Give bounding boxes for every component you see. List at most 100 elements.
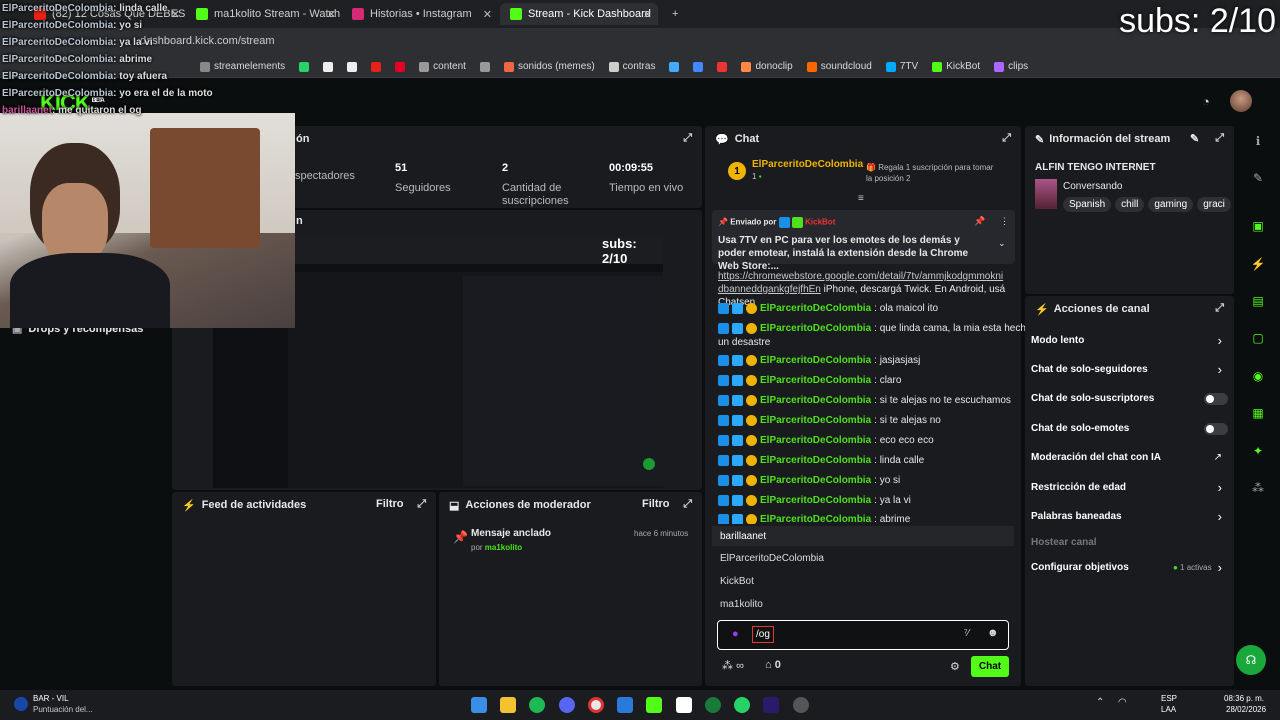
new-tab-button[interactable]: + (662, 3, 682, 25)
action-slow-mode[interactable]: Modo lento (1031, 335, 1084, 346)
chat-message[interactable]: ElParceritoDeColombia: yo si (718, 474, 900, 487)
chat-message[interactable]: ElParceritoDeColombia: si te alejas no (718, 414, 941, 427)
bookmark-item[interactable]: soundcloud (806, 61, 872, 72)
action-age-restriction[interactable]: Restricción de edad (1031, 482, 1126, 493)
widget-title[interactable]: BAR - VIL (33, 694, 69, 703)
chat-input[interactable]: ● /og ⁷⁄ ☻ (717, 620, 1009, 650)
pinned-message[interactable]: 📌 Enviado por KickBot Usa 7TV en PC para… (712, 210, 1015, 272)
close-icon[interactable]: ✕ (483, 8, 492, 21)
clipboard-icon[interactable]: ▤ (1246, 289, 1270, 313)
chat-message[interactable]: ElParceritoDeColombia: eco eco eco (718, 434, 934, 447)
screen-icon[interactable]: ▣ (1246, 214, 1270, 238)
send-chat-button[interactable]: Chat (971, 656, 1009, 677)
tag[interactable]: chill (1115, 197, 1145, 212)
filter-button[interactable]: Filtro (376, 498, 404, 510)
broadcast-icon[interactable]: ◉ (1246, 364, 1270, 388)
chrome-icon[interactable] (588, 697, 604, 713)
points-infinity[interactable]: ⁂ ∞ (722, 659, 744, 672)
7tv-icon[interactable]: ⁷⁄ (964, 628, 969, 639)
bookmark-x[interactable] (347, 61, 358, 72)
tag[interactable]: Spanish (1063, 197, 1112, 212)
chevron-right-icon[interactable]: › (1218, 509, 1222, 524)
edit-icon[interactable]: ✎ (1190, 132, 1199, 145)
wifi-icon[interactable]: ◠ (1118, 697, 1127, 708)
wrench-icon[interactable]: ✦ (1246, 439, 1270, 463)
bookmark-item[interactable]: sonidos (memes) (503, 61, 595, 72)
gift-prompt[interactable]: 🎁 Regala 1 suscripción para tomar la pos… (866, 162, 1001, 184)
bookmark-item[interactable]: streamelements (200, 61, 285, 72)
discord-icon[interactable] (559, 697, 575, 713)
bookmark-tiktok[interactable] (323, 61, 334, 72)
bookmark-item[interactable]: clips (994, 61, 1028, 72)
bookmark-item[interactable]: contras (608, 61, 655, 72)
action-ai-moderation[interactable]: Moderación del chat con IA (1031, 452, 1161, 463)
mic-icon[interactable]: ● (732, 628, 739, 640)
bookmark-item[interactable]: KickBot (932, 61, 980, 72)
bookmark-item[interactable] (693, 61, 704, 72)
chevron-right-icon[interactable]: › (1218, 560, 1222, 575)
close-icon[interactable]: ✕ (643, 8, 652, 21)
autocomplete-item[interactable]: ma1kolito (720, 599, 763, 610)
subs-only-toggle[interactable] (1204, 393, 1228, 405)
bookmark-whatsapp[interactable] (299, 61, 310, 72)
action-host-channel[interactable]: Hostear canal (1031, 537, 1097, 548)
kick-icon[interactable] (646, 697, 662, 713)
chat-message[interactable]: ElParceritoDeColombia: abrime (718, 514, 910, 524)
avatar[interactable] (1230, 90, 1252, 112)
bookmark-item[interactable]: 7TV (885, 61, 918, 72)
expand-icon[interactable]: ⤢ (1215, 302, 1224, 315)
filter-lines-icon[interactable]: ≡ (858, 193, 864, 204)
chevron-right-icon[interactable]: › (1218, 362, 1222, 377)
tray-chevron-icon[interactable]: ⌃ (1096, 697, 1104, 708)
bookmark-item[interactable] (717, 61, 728, 72)
notion-icon[interactable] (676, 697, 692, 713)
expand-icon[interactable]: ⤢ (683, 498, 692, 511)
expand-icon[interactable]: ⤢ (683, 132, 692, 145)
tag[interactable]: gaming (1148, 197, 1194, 212)
tag[interactable]: graci (1197, 197, 1231, 212)
external-link-icon[interactable]: ↗ (1214, 452, 1222, 463)
expand-icon[interactable]: ⤢ (1215, 132, 1224, 145)
start-icon[interactable] (471, 697, 487, 713)
whatsapp-icon[interactable] (734, 697, 750, 713)
folder-icon[interactable] (500, 697, 516, 713)
autocomplete-item[interactable]: barillaanet (720, 531, 766, 542)
chevron-right-icon[interactable]: › (1218, 480, 1222, 495)
unpin-icon[interactable]: 📌 (974, 216, 985, 227)
edit-icon[interactable]: ✎ (1246, 166, 1270, 190)
chat-message[interactable]: ElParceritoDeColombia: ya la vi (718, 494, 911, 507)
chat-message[interactable]: ElParceritoDeColombia: linda calle (718, 454, 924, 467)
emoji-icon[interactable]: ☻ (987, 627, 999, 639)
info-icon[interactable]: ℹ (1246, 129, 1270, 153)
tab-kick-dashboard[interactable]: Stream - Kick Dashboard ✕ (500, 3, 658, 25)
autocomplete-item[interactable]: ElParceritoDeColombia (720, 553, 824, 564)
action-set-goals[interactable]: Configurar objetivos (1031, 562, 1129, 573)
top-gifter-name[interactable]: ElParceritoDeColombia (752, 159, 863, 170)
bookmark-item[interactable]: content (419, 61, 466, 72)
store-count[interactable]: ⌂ 0 (765, 659, 781, 671)
settings-icon[interactable]: ⚙ (950, 660, 960, 673)
bookmark-item[interactable]: donoclip (741, 61, 793, 72)
chat-message[interactable]: ElParceritoDeColombia: que linda cama, l… (718, 322, 1031, 335)
vscode-icon[interactable] (617, 697, 633, 713)
chat-message[interactable]: ElParceritoDeColombia: si te alejas no t… (718, 394, 1011, 407)
chat-message[interactable]: ElParceritoDeColombia: claro (718, 374, 901, 387)
more-icon[interactable]: ⋮ (1000, 216, 1009, 227)
chat-icon[interactable]: ▢ (1246, 326, 1270, 350)
notifications-icon[interactable]: ◔ (1202, 94, 1210, 109)
bolt-icon[interactable]: ⚡ (1246, 252, 1270, 276)
action-banned-words[interactable]: Palabras baneadas (1031, 511, 1122, 522)
emotes-only-toggle[interactable] (1204, 423, 1228, 435)
spotify-icon[interactable] (529, 697, 545, 713)
chat-message[interactable]: ElParceritoDeColombia: ola maicol ito (718, 302, 938, 315)
tab-instagram[interactable]: Historias • Instagram ✕ (342, 3, 498, 25)
store-icon[interactable]: ▦ (1246, 401, 1270, 425)
bookmark-pinterest[interactable] (395, 61, 406, 72)
clock-time[interactable]: 08:36 p. m. (1224, 694, 1264, 703)
bookmark-item[interactable] (479, 61, 490, 72)
chevron-right-icon[interactable]: › (1218, 333, 1222, 348)
chat-message[interactable]: ElParceritoDeColombia: jasjasjasj (718, 354, 920, 367)
obs-icon[interactable] (793, 697, 809, 713)
chevron-down-icon[interactable]: ⌄ (998, 238, 1006, 249)
close-icon[interactable]: ✕ (327, 8, 336, 21)
